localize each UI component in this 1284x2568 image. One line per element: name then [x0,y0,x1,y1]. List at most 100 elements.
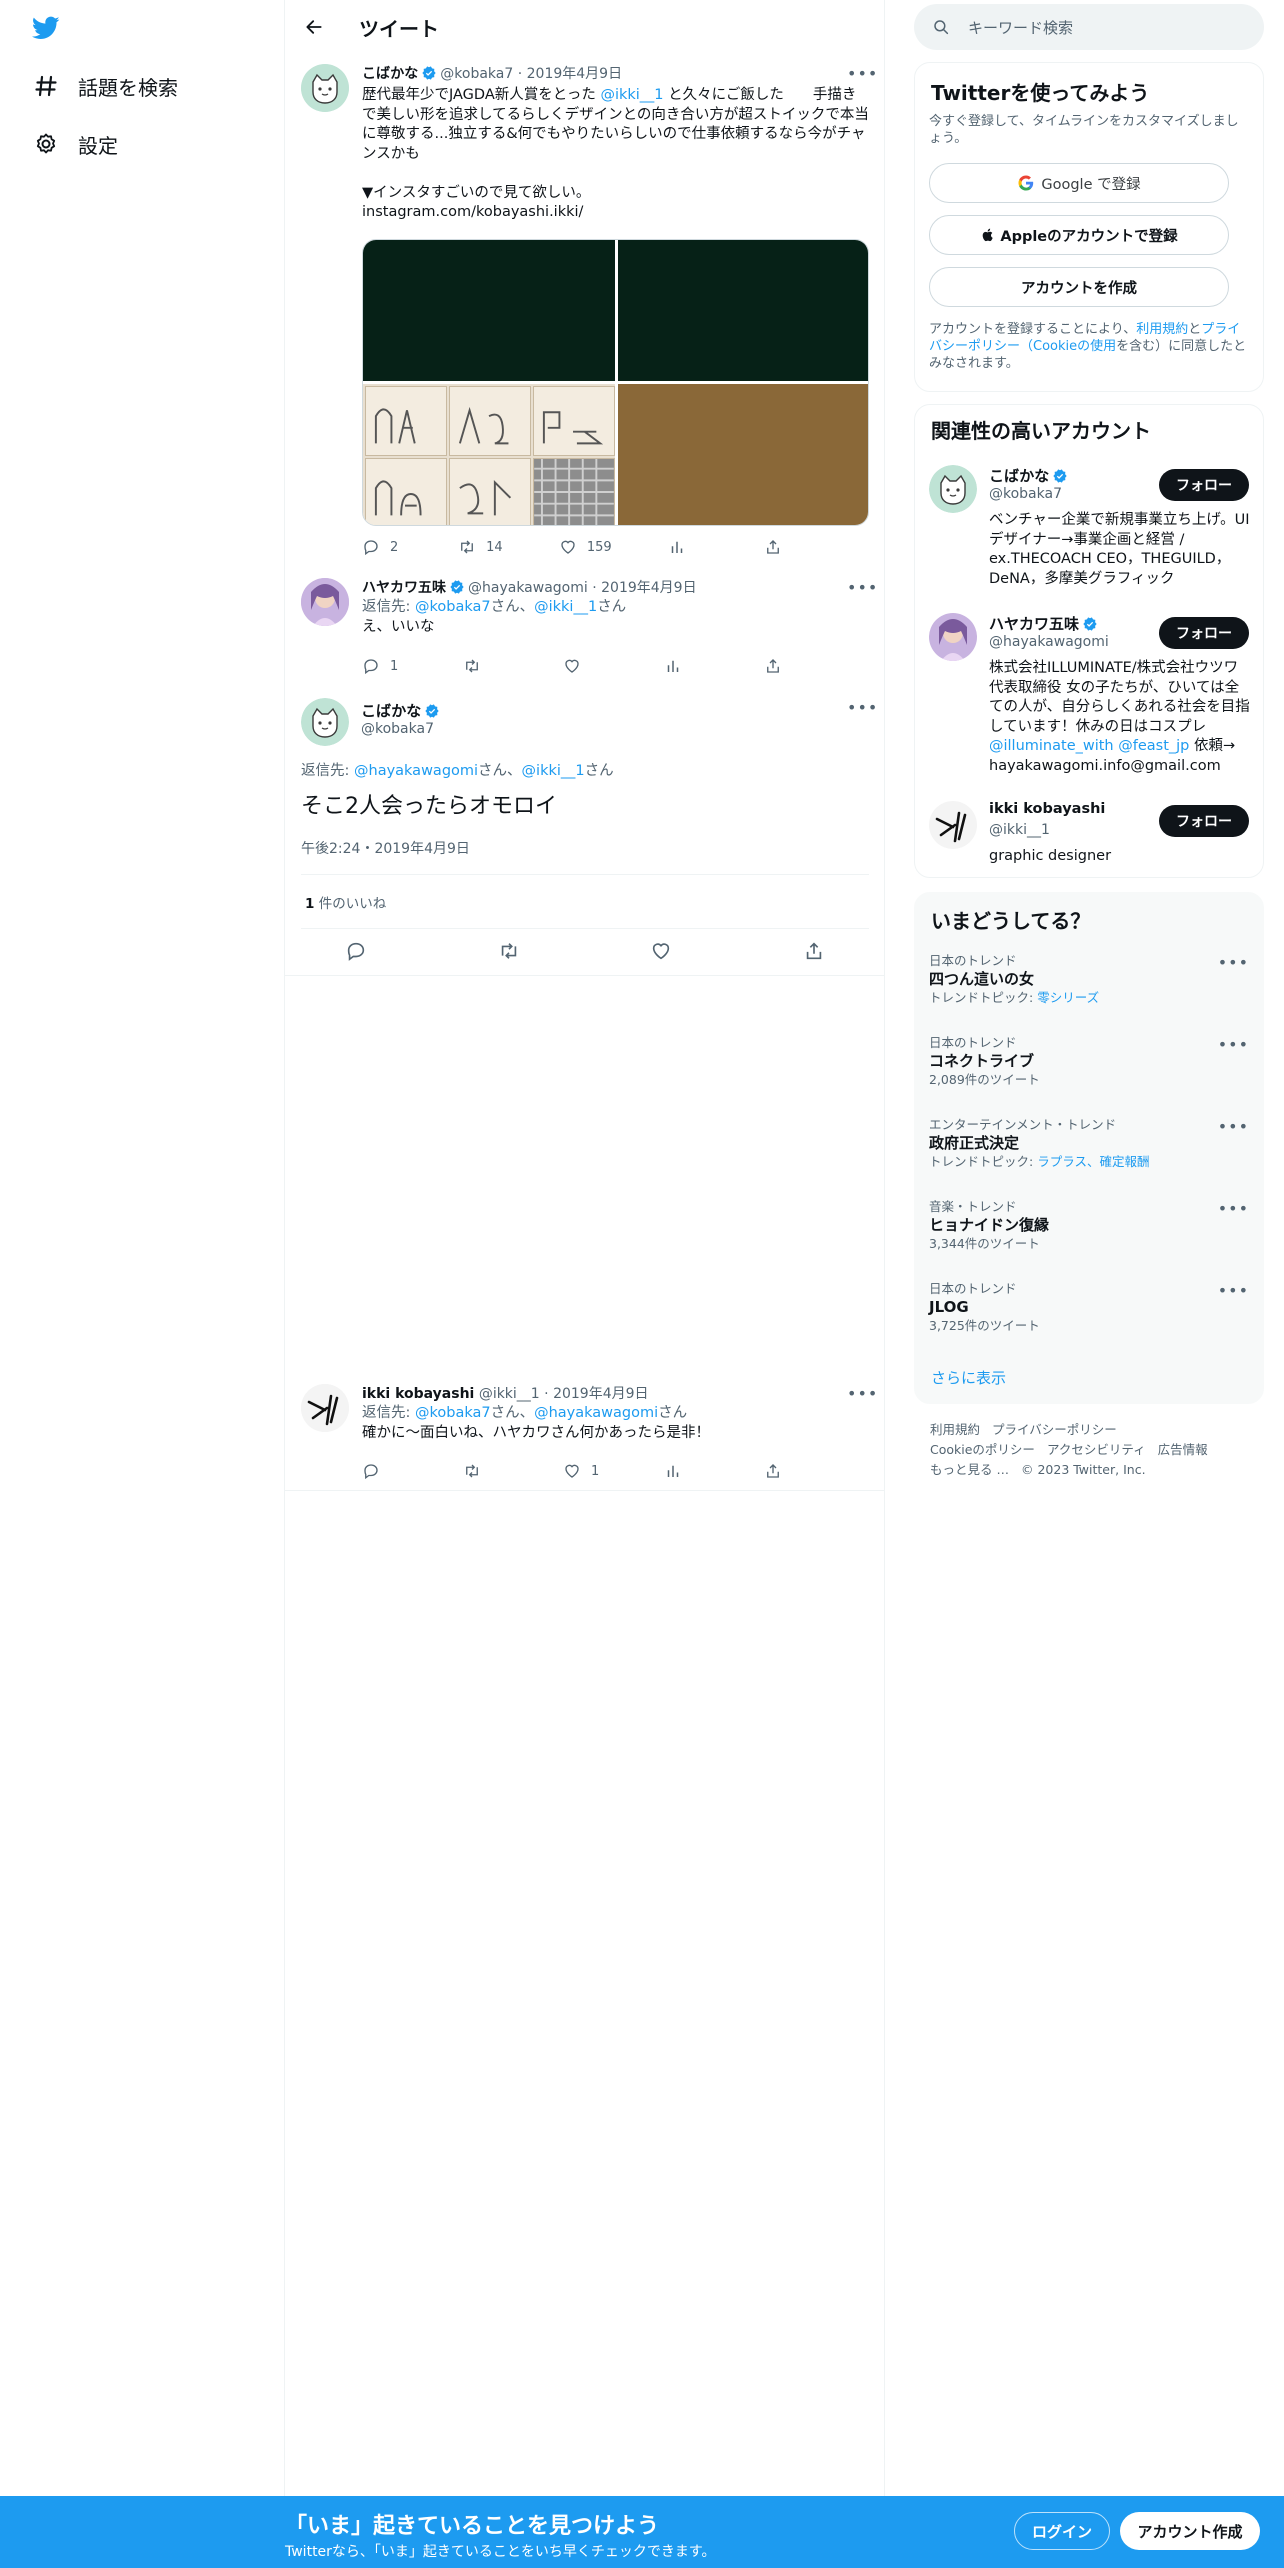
share-button[interactable] [764,1462,792,1480]
author-name[interactable]: こばかな [361,702,421,720]
reply-button[interactable] [362,1462,402,1480]
mention-link[interactable]: @illuminate_with [989,738,1114,754]
share-button[interactable] [764,538,792,556]
media-image-4[interactable] [618,384,868,525]
footer-link[interactable]: Cookieのポリシー [930,1442,1035,1457]
tweet-hayakawagomi-reply[interactable]: ••• ハヤカワ五味 @hayakawagomi · 2019年4月9日 返信先:… [285,576,885,686]
media-image-3[interactable] [363,384,615,525]
follow-button[interactable]: フォロー [1159,617,1249,649]
avatar[interactable] [301,1384,349,1432]
apple-signup-button[interactable]: Appleのアカウントで登録 [929,215,1229,255]
author-handle[interactable]: @kobaka7 [440,66,513,82]
heart-icon[interactable] [650,940,672,966]
search-input[interactable]: キーワード検索 [968,17,1073,38]
signup-button[interactable]: アカウント作成 [1120,2512,1260,2550]
account-item[interactable]: ikki kobayashi @ikki__1 フォロー graphic des… [929,801,1249,871]
share-icon[interactable] [803,940,825,966]
avatar[interactable] [301,578,349,626]
avatar[interactable] [929,613,977,661]
like-button[interactable]: 159 [559,538,612,556]
tweet-ikki-reply[interactable]: ••• ikki kobayashi @ikki__1 · 2019年4月9日 … [285,1380,885,1490]
twitter-bird-icon[interactable] [30,14,62,42]
account-name[interactable]: ikki kobayashi [989,801,1105,817]
author-name[interactable]: こばかな [362,66,418,82]
more-options-icon[interactable]: ••• [847,700,877,722]
back-arrow-icon[interactable] [303,16,325,38]
avatar[interactable] [929,801,977,849]
account-handle[interactable]: @ikki__1 [989,822,1050,838]
analytics-button[interactable] [664,1462,704,1480]
login-button[interactable]: ログイン [1014,2512,1110,2550]
like-button[interactable] [563,657,603,675]
account-name[interactable]: こばかな [989,465,1071,486]
more-options-icon[interactable]: ••• [1218,1199,1249,1218]
trend-item[interactable]: 日本のトレンド コネクトライブ 2,089件のツイート ••• [929,1035,1249,1089]
nav-item-explore[interactable]: 話題を検索 [34,66,178,106]
tweet-kobaka7-main[interactable]: ••• こばかな @kobaka7 · 2019年4月9日 歴代最年少でJAGDA… [285,60,885,565]
trend-item[interactable]: エンターテインメント・トレンド 政府正式決定 トレンドトピック: ラプラス、確定… [929,1117,1249,1171]
search-box[interactable]: キーワード検索 [914,4,1264,50]
more-options-icon[interactable]: ••• [1218,1281,1249,1300]
mention-link[interactable]: @kobaka7 [415,599,491,615]
footer-link[interactable]: アクセシビリティ [1047,1442,1146,1457]
create-account-button[interactable]: アカウントを作成 [929,267,1229,307]
trend-topic-link[interactable]: 零シリーズ [1037,990,1099,1005]
retweet-button[interactable] [463,1462,503,1480]
trend-item[interactable]: 日本のトレンド 四つん這いの女 トレンドトピック: 零シリーズ ••• [929,953,1249,1007]
share-button[interactable] [764,657,792,675]
trend-item[interactable]: 日本のトレンド JLOG 3,725件のツイート ••• [929,1281,1249,1335]
more-options-icon[interactable]: ••• [1218,1035,1249,1054]
tweet-date[interactable]: 2019年4月9日 [553,1386,648,1402]
account-name[interactable]: ハヤカワ五味 [989,613,1101,634]
tweet-date[interactable]: 2019年4月9日 [527,66,622,82]
mention-link[interactable]: @feast_jp [1118,738,1189,754]
avatar[interactable] [301,698,349,746]
mention-link[interactable]: @ikki__1 [534,599,597,615]
trend-item[interactable]: 音楽・トレンド ヒョナイドン復縁 3,344件のツイート ••• [929,1199,1249,1253]
footer-link[interactable]: もっと見る … [930,1462,1009,1477]
like-button[interactable]: 1 [563,1462,603,1480]
reply-button[interactable]: 1 [362,657,402,675]
account-handle[interactable]: @kobaka7 [989,486,1062,502]
mention-link[interactable]: @kobaka7 [415,1405,491,1421]
retweet-icon[interactable] [498,940,520,966]
avatar[interactable] [301,64,349,112]
media-image-2[interactable] [618,240,868,381]
mention-link[interactable]: @hayakawagomi [354,763,478,779]
footer-link[interactable]: プライバシーポリシー [992,1422,1117,1437]
google-signup-button[interactable]: Google で登録 [929,163,1229,203]
more-options-icon[interactable]: ••• [1218,1117,1249,1136]
mention-link[interactable]: @ikki__1 [600,87,663,103]
tweet-date[interactable]: 2019年4月9日 [601,580,696,596]
avatar[interactable] [929,465,977,513]
instagram-link[interactable]: instagram.com/kobayashi.ikki/ [362,203,869,223]
account-item[interactable]: こばかな @kobaka7 フォロー ベンチャー企業で新規事業立ち上げ。UIデザ… [929,465,1250,605]
footer-link[interactable]: 利用規約 [930,1422,980,1437]
media-image-1[interactable] [363,240,615,381]
analytics-button[interactable] [668,538,708,556]
reply-button[interactable]: 2 [362,538,402,556]
author-handle[interactable]: @hayakawagomi [468,580,588,596]
author-name[interactable]: ikki kobayashi [362,1386,474,1402]
more-options-icon[interactable]: ••• [1218,953,1249,972]
nav-item-settings[interactable]: 設定 [34,124,118,164]
account-item[interactable]: ハヤカワ五味 @hayakawagomi フォロー 株式会社ILLUMINATE… [929,613,1250,793]
mention-link[interactable]: @hayakawagomi [534,1405,658,1421]
author-handle[interactable]: @ikki__1 [479,1386,540,1402]
retweet-button[interactable]: 14 [458,538,503,556]
reply-icon[interactable] [345,940,367,966]
author-handle[interactable]: @kobaka7 [361,721,443,737]
trend-topic-link[interactable]: ラプラス、確定報酬 [1037,1154,1149,1169]
terms-link[interactable]: 利用規約 [1136,322,1188,337]
footer-link[interactable]: 広告情報 [1158,1442,1208,1457]
retweet-button[interactable] [463,657,503,675]
tweet-timestamp[interactable]: 午後2:24・2019年4月9日 [301,838,470,858]
author-name[interactable]: ハヤカワ五味 [362,580,446,596]
account-handle[interactable]: @hayakawagomi [989,634,1109,650]
likes-summary[interactable]: 1 件のいいね [305,892,386,912]
mention-link[interactable]: @ikki__1 [522,763,585,779]
follow-button[interactable]: フォロー [1159,805,1249,837]
follow-button[interactable]: フォロー [1159,469,1249,501]
analytics-button[interactable] [664,657,704,675]
show-more-link[interactable]: さらに表示 [931,1367,1006,1388]
